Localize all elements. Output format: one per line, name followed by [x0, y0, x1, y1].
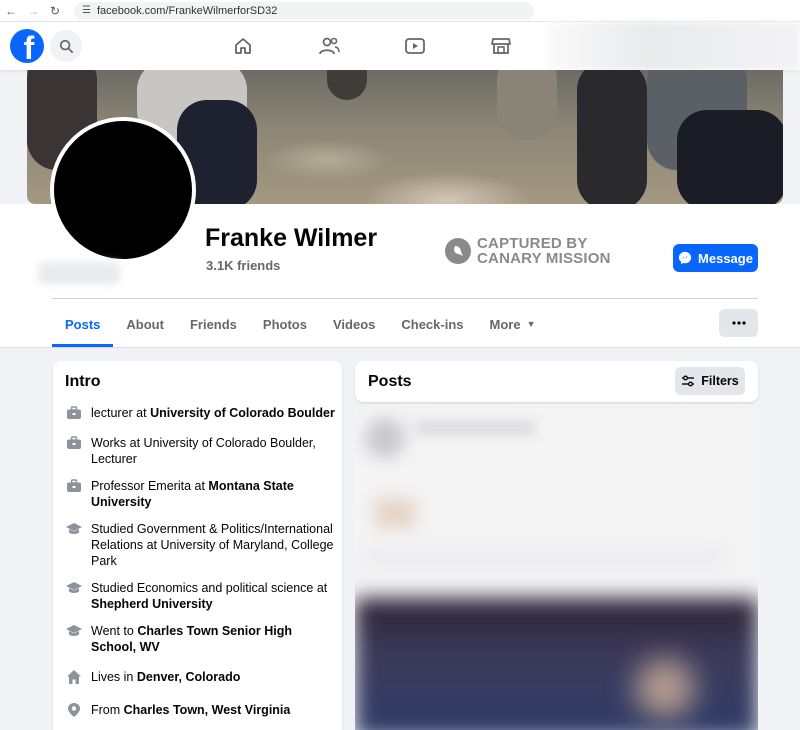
- logo-letter: f: [23, 30, 35, 63]
- tab-label: Check-ins: [401, 316, 464, 332]
- graduation-cap-icon: [65, 520, 83, 538]
- message-label: Message: [698, 250, 753, 266]
- messenger-icon: [678, 251, 692, 265]
- location-pin-icon: [65, 701, 83, 719]
- intro-item-lives-in: Lives in Denver, Colorado: [65, 669, 335, 686]
- intro-title: Intro: [65, 373, 101, 390]
- briefcase-icon: [65, 404, 83, 422]
- intro-text: Professor Emerita at: [91, 479, 209, 493]
- friends-icon[interactable]: [286, 22, 372, 70]
- intro-text: From: [91, 703, 124, 717]
- browser-toolbar: ← → ↻ ☰ facebook.com/FrankeWilmerforSD32: [0, 0, 800, 22]
- redacted-label: [38, 262, 120, 284]
- back-arrow-icon[interactable]: ←: [0, 0, 22, 22]
- tab-photos[interactable]: Photos: [250, 300, 320, 348]
- marketplace-icon[interactable]: [458, 22, 544, 70]
- tab-posts[interactable]: Posts: [52, 300, 114, 348]
- home-icon: [65, 668, 83, 686]
- caret-down-icon: ▼: [526, 319, 536, 329]
- intro-item-education: Went to Charles Town Senior High School,…: [65, 623, 335, 655]
- tab-label: Videos: [332, 316, 376, 332]
- reload-icon[interactable]: ↻: [44, 0, 66, 22]
- message-button[interactable]: Message: [673, 244, 758, 272]
- tab-more[interactable]: More ▼: [477, 300, 549, 348]
- forward-arrow-icon[interactable]: →: [22, 0, 44, 22]
- profile-name: Franke Wilmer: [205, 224, 378, 252]
- intro-item-education: Studied Economics and political science …: [65, 580, 335, 612]
- ellipsis-icon: [731, 321, 746, 325]
- intro-text: Lives in: [91, 670, 137, 684]
- intro-item-work: Professor Emerita at Montana State Unive…: [65, 478, 335, 510]
- search-icon[interactable]: [50, 30, 82, 62]
- intro-link[interactable]: Shepherd University: [91, 597, 213, 611]
- profile-tabs: Posts About Friends Photos Videos Check-…: [52, 300, 549, 348]
- tab-check-ins[interactable]: Check-ins: [388, 300, 476, 348]
- tab-videos[interactable]: Videos: [320, 300, 388, 348]
- watermark-line-2: CANARY MISSION: [477, 250, 611, 267]
- watermark-line-1: CAPTURED BY: [477, 235, 588, 252]
- more-options-button[interactable]: [719, 309, 758, 337]
- facebook-top-nav: f: [0, 22, 800, 70]
- intro-text: Works at University of Colorado Boulder,…: [91, 436, 316, 466]
- site-settings-icon[interactable]: ☰: [82, 5, 91, 16]
- intro-link[interactable]: Denver, Colorado: [137, 670, 241, 684]
- briefcase-icon: [65, 434, 83, 452]
- canary-bird-icon: [445, 238, 471, 264]
- tab-label: More: [489, 316, 521, 332]
- redacted-nav-area: [548, 22, 800, 70]
- watermark: CAPTURED BY CANARY MISSION: [445, 236, 611, 266]
- tab-label: Posts: [65, 316, 101, 332]
- redacted-post: [355, 408, 758, 730]
- tab-label: About: [126, 316, 164, 332]
- filters-label: Filters: [701, 374, 739, 388]
- tab-label: Photos: [262, 316, 307, 332]
- video-icon[interactable]: [372, 22, 458, 70]
- facebook-logo[interactable]: f: [10, 29, 44, 63]
- tab-friends[interactable]: Friends: [177, 300, 250, 348]
- intro-text: lecturer at: [91, 406, 151, 420]
- intro-text: Studied Economics and political science …: [91, 581, 328, 595]
- friends-count[interactable]: 3.1K friends: [206, 258, 280, 273]
- intro-link[interactable]: Charles Town, West Virginia: [124, 703, 291, 717]
- intro-card: Intro lecturer at University of Colorado…: [53, 361, 342, 730]
- posts-header-card: Posts Filters: [355, 361, 758, 402]
- intro-item-education: Studied Government & Politics/Internatio…: [65, 521, 335, 569]
- intro-item-from: From Charles Town, West Virginia: [65, 702, 335, 719]
- sliders-icon: [681, 375, 695, 387]
- intro-text: Went to: [91, 624, 138, 638]
- url-text: facebook.com/FrankeWilmerforSD32: [96, 4, 278, 17]
- header-divider: [52, 298, 758, 299]
- address-bar[interactable]: ☰ facebook.com/FrankeWilmerforSD32: [74, 1, 534, 20]
- posts-title: Posts: [368, 373, 412, 390]
- graduation-cap-icon: [65, 622, 83, 640]
- intro-item-work: Works at University of Colorado Boulder,…: [65, 435, 335, 467]
- intro-link[interactable]: University of Colorado Boulder: [150, 406, 335, 420]
- home-icon[interactable]: [200, 22, 286, 70]
- avatar[interactable]: [50, 117, 196, 263]
- tab-label: Friends: [189, 316, 237, 332]
- briefcase-icon: [65, 477, 83, 495]
- filters-button[interactable]: Filters: [675, 367, 745, 395]
- intro-item-work: lecturer at University of Colorado Bould…: [65, 405, 335, 422]
- tab-about[interactable]: About: [113, 300, 177, 348]
- graduation-cap-icon: [65, 579, 83, 597]
- intro-text: Studied Government & Politics/Internatio…: [91, 522, 334, 568]
